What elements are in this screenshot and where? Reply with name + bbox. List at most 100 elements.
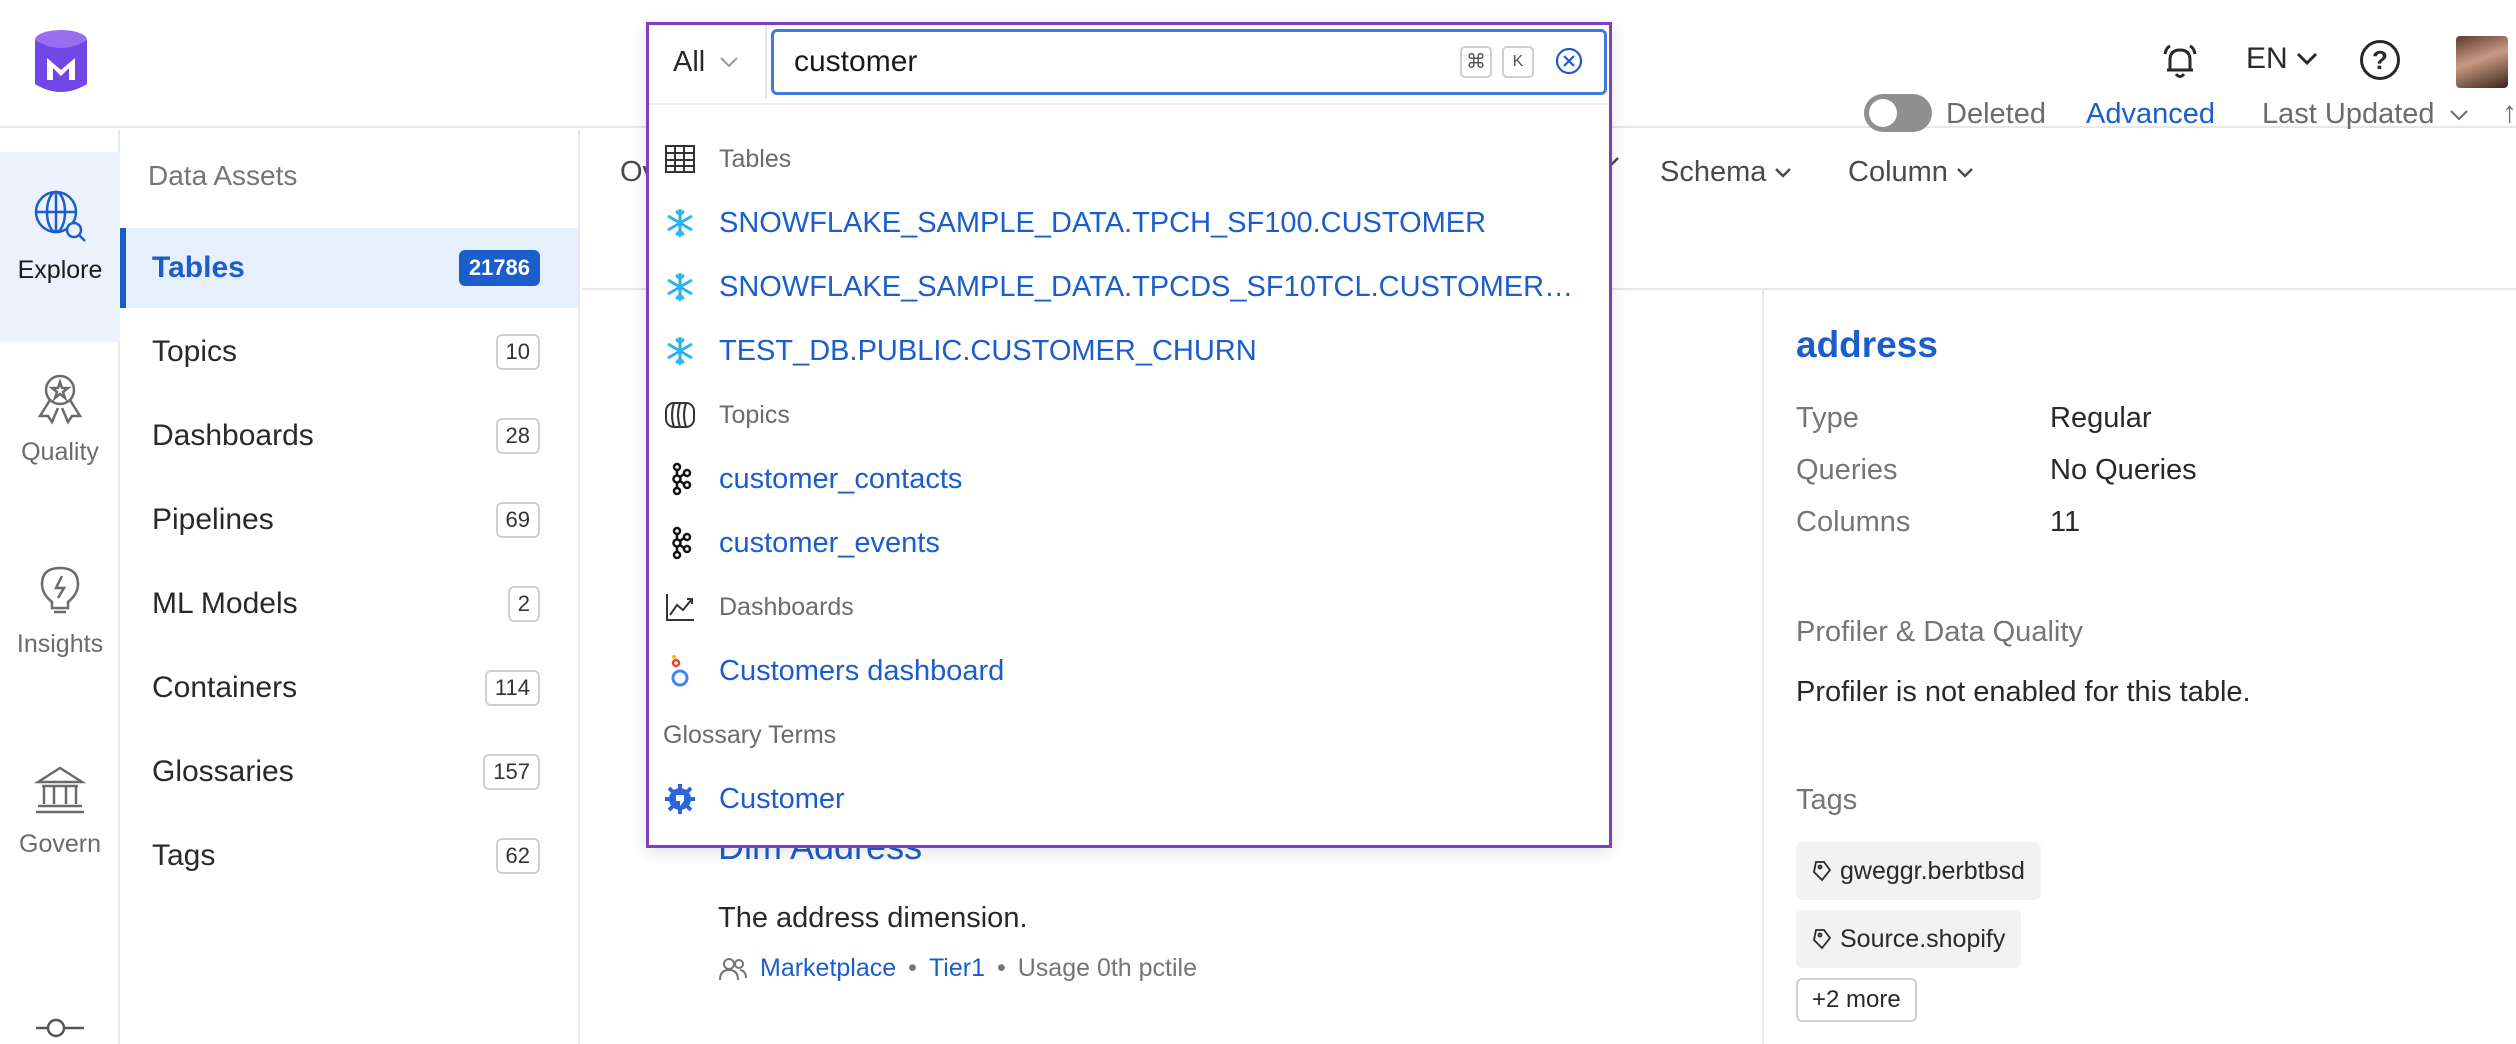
asset-topics[interactable]: Topics 10 bbox=[120, 312, 578, 392]
language-selector[interactable]: EN bbox=[2246, 42, 2318, 76]
clear-search-icon[interactable] bbox=[1554, 46, 1584, 76]
help-icon[interactable]: ? bbox=[2360, 40, 2400, 80]
shortcut-k-key: K bbox=[1502, 46, 1534, 78]
meta-separator: • bbox=[996, 954, 1006, 982]
result-description: The address dimension. bbox=[718, 902, 1028, 934]
sort-order-icon[interactable]: ↑ bbox=[2502, 96, 2516, 130]
section-header-dashboards: Dashboards bbox=[663, 577, 1593, 637]
asset-glossaries[interactable]: Glossaries 157 bbox=[120, 732, 578, 812]
tag-chip[interactable]: gweggr.berbtbsd bbox=[1796, 842, 2041, 900]
asset-tables[interactable]: Tables 21786 bbox=[120, 228, 578, 308]
tag-icon bbox=[1813, 929, 1832, 950]
asset-count: 28 bbox=[495, 418, 540, 454]
openmetadata-logo[interactable] bbox=[30, 28, 92, 96]
advanced-search-link[interactable]: Advanced bbox=[2086, 98, 2215, 131]
global-search: All ⌘ K Tables SNOWFLAKE_SAMPLE_DATA.TPC… bbox=[646, 22, 1612, 848]
suggestion-topic[interactable]: customer_events bbox=[663, 513, 1593, 573]
nav-govern-label: Govern bbox=[19, 830, 101, 858]
profiler-text: Profiler is not enabled for this table. bbox=[1796, 676, 2251, 708]
suggestion-label: Customers dashboard bbox=[719, 654, 1005, 687]
asset-label: Containers bbox=[152, 671, 298, 704]
table-icon bbox=[663, 142, 697, 176]
deleted-label: Deleted bbox=[1946, 98, 2046, 130]
suggestion-label: customer_events bbox=[719, 526, 940, 559]
search-box: ⌘ K bbox=[771, 29, 1607, 95]
chevron-down-icon bbox=[2449, 109, 2468, 120]
detail-type-row: Type Regular bbox=[1796, 402, 2152, 435]
nav-quality[interactable]: Quality bbox=[0, 352, 120, 542]
asset-label: Glossaries bbox=[152, 755, 294, 788]
nav-explore-label: Explore bbox=[17, 256, 103, 284]
asset-ml-models[interactable]: ML Models 2 bbox=[120, 564, 578, 644]
search-scope-selector[interactable]: All bbox=[649, 25, 767, 99]
sort-selector[interactable]: Last Updated bbox=[2262, 98, 2469, 131]
detail-queries-row: Queries No Queries bbox=[1796, 454, 2197, 487]
suggestion-dashboard[interactable]: Customers dashboard bbox=[663, 641, 1593, 701]
asset-label: Pipelines bbox=[152, 503, 274, 536]
asset-count: 114 bbox=[484, 670, 540, 706]
nav-explore[interactable]: Explore bbox=[0, 152, 120, 342]
suggestion-label: TEST_DB.PUBLIC.CUSTOMER_CHURN bbox=[719, 334, 1257, 367]
tag-label: gweggr.berbtbsd bbox=[1840, 856, 2025, 885]
nav-govern[interactable]: Govern bbox=[0, 744, 120, 934]
search-input[interactable] bbox=[794, 40, 1394, 84]
result-meta: Marketplace • Tier1 • Usage 0th pctile bbox=[718, 954, 1197, 983]
kafka-icon bbox=[663, 462, 697, 496]
user-avatar[interactable] bbox=[2456, 36, 2508, 88]
asset-count: 2 bbox=[507, 586, 540, 622]
search-scope-label: All bbox=[673, 45, 706, 78]
asset-label: Tables bbox=[152, 251, 245, 284]
detail-columns-row: Columns 11 bbox=[1796, 506, 2080, 539]
meta-separator: • bbox=[908, 954, 917, 982]
tags-heading: Tags bbox=[1796, 784, 1858, 816]
chevron-down-icon bbox=[720, 57, 738, 68]
chevron-down-icon bbox=[1957, 167, 1973, 178]
filter-column[interactable]: Column bbox=[1848, 156, 1974, 189]
data-assets-title: Data Assets bbox=[148, 160, 298, 191]
tag-icon bbox=[1813, 861, 1832, 882]
asset-tags[interactable]: Tags 62 bbox=[120, 816, 578, 896]
suggestion-table[interactable]: SNOWFLAKE_SAMPLE_DATA.TPCH_SF100.CUSTOME… bbox=[663, 193, 1593, 253]
nav-insights-label: Insights bbox=[16, 630, 104, 658]
filter-schema[interactable]: Schema bbox=[1660, 156, 1792, 189]
result-tier[interactable]: Tier1 bbox=[929, 954, 985, 983]
shortcut-cmd-key: ⌘ bbox=[1460, 46, 1492, 78]
asset-dashboards[interactable]: Dashboards 28 bbox=[120, 396, 578, 476]
snowflake-icon bbox=[663, 270, 697, 304]
dropdown-divider bbox=[649, 103, 1609, 105]
asset-label: ML Models bbox=[152, 587, 298, 620]
govern-icon bbox=[33, 766, 87, 814]
suggestion-table[interactable]: TEST_DB.PUBLIC.CUSTOMER_CHURN bbox=[663, 321, 1593, 381]
result-owner[interactable]: Marketplace bbox=[760, 954, 896, 983]
detail-key: Type bbox=[1796, 402, 1859, 434]
asset-pipelines[interactable]: Pipelines 69 bbox=[120, 480, 578, 560]
deleted-toggle[interactable] bbox=[1864, 94, 1932, 132]
kafka-icon bbox=[663, 526, 697, 560]
asset-label: Topics bbox=[152, 335, 238, 368]
notification-bell-icon[interactable] bbox=[2160, 42, 2200, 82]
left-navigation-rail: Explore Quality Insights Govern bbox=[0, 130, 120, 1044]
glossary-term-icon bbox=[663, 782, 697, 816]
asset-count: 157 bbox=[483, 754, 540, 790]
suggestion-label: Customer bbox=[719, 782, 845, 815]
detail-title[interactable]: address bbox=[1796, 324, 1938, 366]
insights-icon bbox=[40, 566, 80, 614]
collapse-slider-icon[interactable] bbox=[34, 1016, 86, 1044]
topic-icon bbox=[663, 398, 697, 432]
asset-containers[interactable]: Containers 114 bbox=[120, 648, 578, 728]
suggestion-glossary-term[interactable]: Customer bbox=[663, 769, 1593, 829]
more-tags-button[interactable]: +2 more bbox=[1796, 978, 1917, 1022]
entity-summary-panel: address Type Regular Queries No Queries … bbox=[1762, 290, 2516, 1044]
suggestion-label: customer_contacts bbox=[719, 462, 963, 495]
tag-chip[interactable]: Source.shopify bbox=[1796, 910, 2022, 968]
section-label: Topics bbox=[719, 400, 790, 429]
section-header-tables: Tables bbox=[663, 129, 1593, 189]
section-label: Tables bbox=[719, 144, 792, 173]
snowflake-icon bbox=[663, 206, 697, 240]
result-usage: Usage 0th pctile bbox=[1017, 954, 1198, 982]
suggestion-topic[interactable]: customer_contacts bbox=[663, 449, 1593, 509]
nav-insights[interactable]: Insights bbox=[0, 544, 120, 734]
section-header-glossary: Glossary Terms bbox=[663, 705, 1593, 765]
suggestion-table[interactable]: SNOWFLAKE_SAMPLE_DATA.TPCDS_SF10TCL.CUST… bbox=[663, 257, 1593, 317]
asset-count: 21786 bbox=[458, 250, 540, 286]
